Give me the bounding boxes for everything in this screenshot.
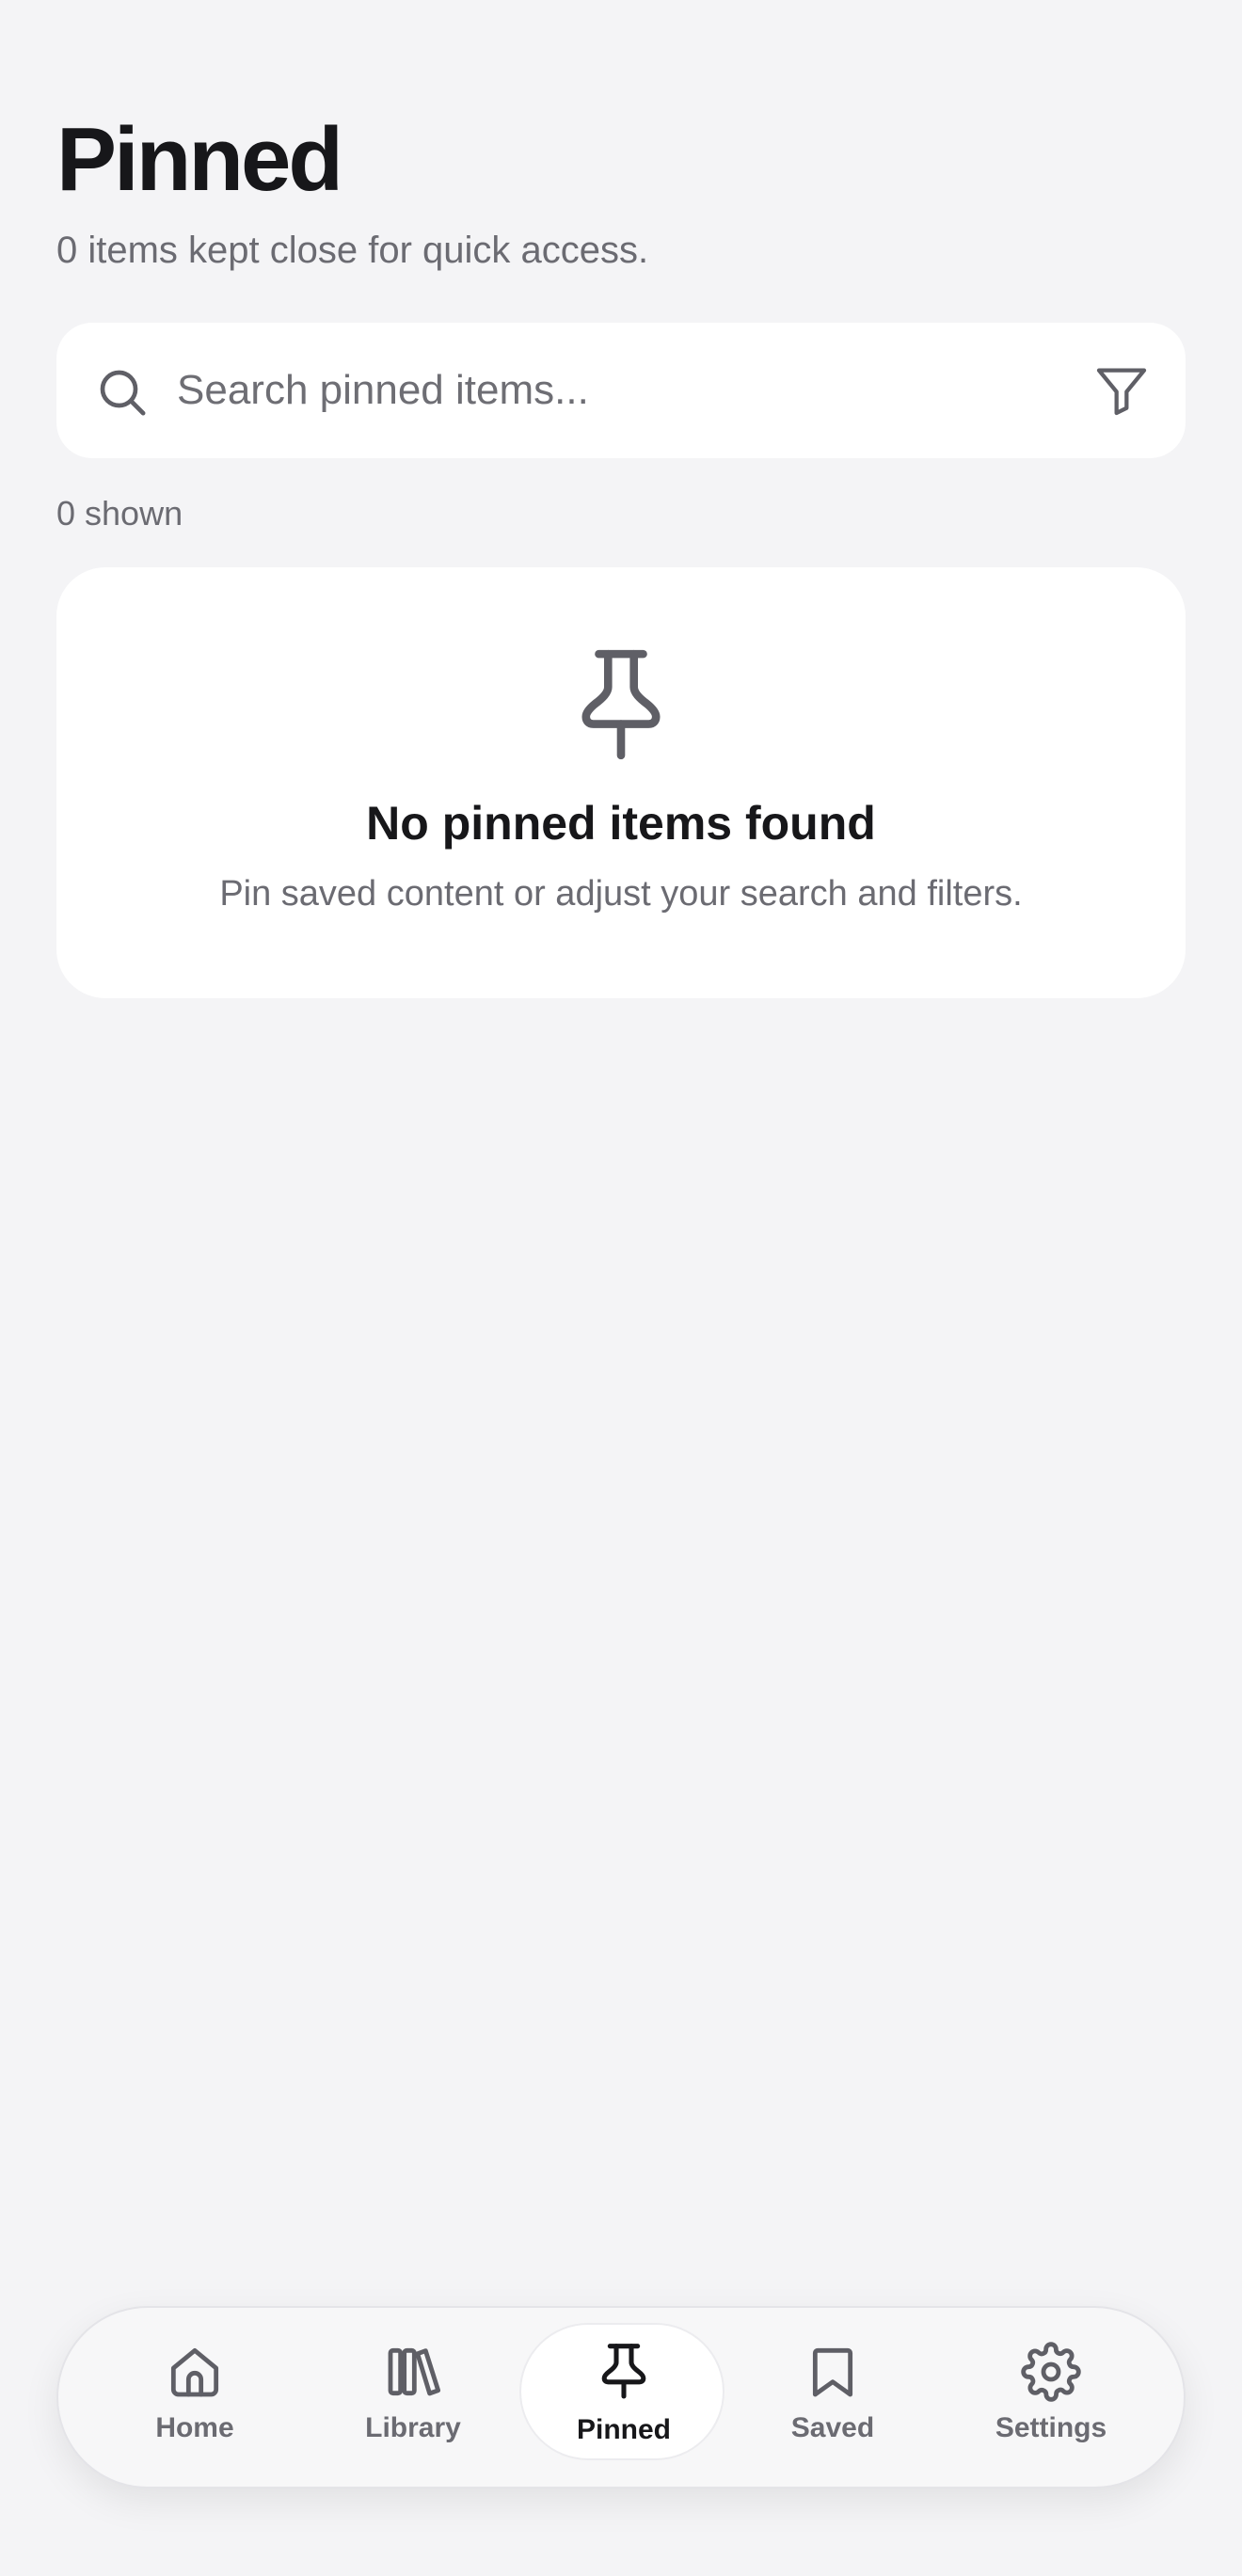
tab-home[interactable]: Home <box>92 2323 297 2460</box>
bottom-tab-bar: Home Library Pinned Saved Settings <box>56 2306 1186 2489</box>
tab-label: Home <box>155 2412 234 2443</box>
page-title: Pinned <box>56 109 343 210</box>
empty-state-title: No pinned items found <box>366 797 876 850</box>
home-icon <box>170 2347 219 2397</box>
tab-label: Library <box>365 2412 461 2443</box>
library-icon <box>388 2347 441 2396</box>
tab-label: Settings <box>995 2412 1107 2443</box>
tab-library[interactable]: Library <box>310 2323 516 2460</box>
search-input[interactable] <box>177 351 1024 430</box>
tab-saved[interactable]: Saved <box>730 2323 935 2460</box>
empty-state-description: Pin saved content or adjust your search … <box>219 874 1023 914</box>
page-subtitle: 0 items kept close for quick access. <box>56 230 649 271</box>
tab-label: Saved <box>790 2412 875 2443</box>
tab-label: Pinned <box>576 2414 671 2445</box>
result-count: 0 shown <box>56 494 183 533</box>
filter-icon[interactable] <box>1091 360 1152 421</box>
empty-state-card: No pinned items found Pin saved content … <box>56 567 1186 998</box>
tab-settings[interactable]: Settings <box>948 2323 1154 2460</box>
gear-icon <box>1021 2342 1081 2402</box>
tab-pinned[interactable]: Pinned <box>519 2323 724 2460</box>
search-bar <box>56 323 1186 458</box>
pin-icon <box>581 649 661 760</box>
search-icon <box>100 370 146 416</box>
bookmark-icon <box>812 2347 853 2397</box>
pin-icon <box>601 2344 646 2399</box>
